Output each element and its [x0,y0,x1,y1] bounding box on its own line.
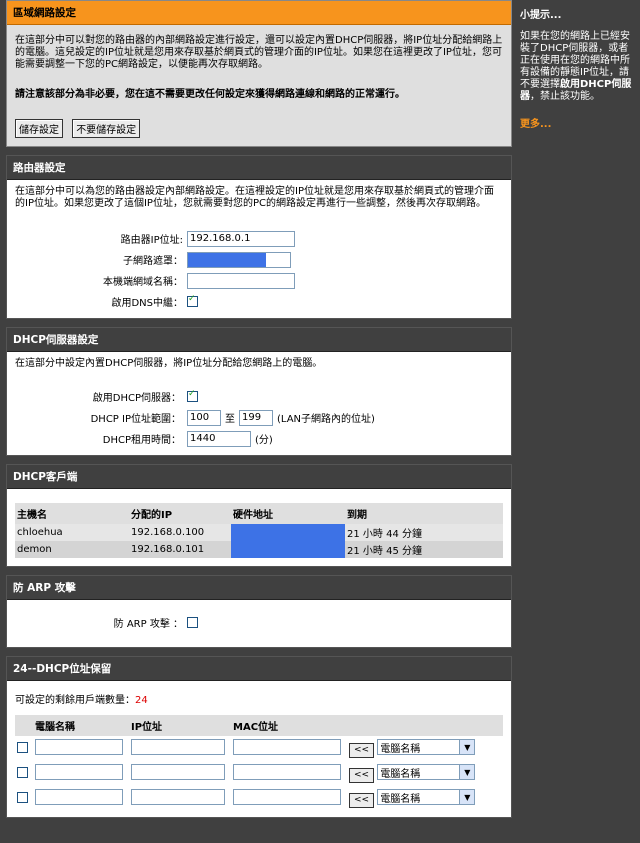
copy-button[interactable]: << [349,742,375,758]
client-ip: 192.168.0.100 [129,524,231,541]
reservation-ip-input[interactable] [131,789,225,805]
dhcp-server-section: DHCP伺服器設定 在這部分中設定內置DHCP伺服器，將IP位址分配給您網路上的… [6,327,512,456]
router-ip-label: 路由器IP位址: [120,235,183,246]
col-host: 主機名 [15,503,129,524]
reservation-enable-checkbox[interactable] [17,741,28,753]
hints-text-2: ，禁止該功能。 [530,91,600,102]
reservation-enable-checkbox[interactable] [17,766,28,778]
reservation-name-input[interactable] [35,789,123,805]
reservation-mac-input[interactable] [233,764,341,780]
dhcp-range-end-input[interactable]: 199 [239,409,273,426]
computer-name-select[interactable]: 電腦名稱 ▼ [377,789,476,806]
helpful-hints-sidebar: 小提示... 如果在您的網路上已經安裝了DHCP伺服器，或者正在使用在您的網路中… [516,0,634,130]
dhcp-reservation-section: 24--DHCP位址保留 可設定的剩餘用戶端數量：24 電腦名稱 IP位址 MA… [6,656,512,818]
main-content: 區域網路設定 在這部分中可以對您的路由器的內部網路設定進行設定，還可以設定內置D… [6,0,512,826]
chevron-down-icon: ▼ [459,740,475,755]
dont-save-settings-button[interactable]: 不要儲存設定 [72,119,141,138]
hints-body: 如果在您的網路上已經安裝了DHCP伺服器，或者正在使用在您的網路中所有設備的靜態… [516,31,634,103]
arp-title: 防 ARP 攻擊 [7,576,511,600]
copy-button[interactable]: << [349,767,375,783]
reservation-remaining-label: 可設定的剩餘用戶端數量： [15,695,135,706]
reservation-remaining-count: 24 [135,695,148,706]
subnet-mask-label: 子網路遮罩： [123,256,183,267]
router-ip-input[interactable]: 192.168.0.1 [187,230,295,247]
dhcp-server-title: DHCP伺服器設定 [7,328,511,352]
lan-settings-title: 區域網路設定 [7,1,511,25]
computer-name-select[interactable]: 電腦名稱 ▼ [377,764,476,781]
dhcp-range-label: DHCP IP位址範圍： [90,414,181,425]
dhcp-enable-label: 啟用DHCP伺服器： [92,393,181,404]
col-mac: 硬件地址 [231,503,345,524]
dhcp-server-description: 在這部分中設定內置DHCP伺服器，將IP位址分配給您網路上的電腦。 [15,358,323,369]
reservation-remaining: 可設定的剩餘用戶端數量：24 [15,695,503,707]
computer-name-select[interactable]: 電腦名稱 ▼ [377,739,476,756]
dhcp-enable-checkbox[interactable] [187,389,198,402]
dns-relay-checkbox[interactable] [187,294,198,307]
dhcp-clients-table: 主機名 分配的IP 硬件地址 到期 chloehua 192.168.0.100… [15,503,503,558]
reservation-mac-input[interactable] [233,789,341,805]
table-row: << 電腦名稱 ▼ [15,761,503,786]
lan-settings-section: 區域網路設定 在這部分中可以對您的路由器的內部網路設定進行設定，還可以設定內置D… [6,0,512,147]
client-host: demon [15,541,129,558]
router-settings-title: 路由器設定 [7,156,511,180]
col-ip-address: IP位址 [129,715,231,736]
table-row: << 電腦名稱 ▼ [15,786,503,811]
local-domain-input[interactable] [187,272,295,289]
reservation-name-input[interactable] [35,739,123,755]
arp-section: 防 ARP 攻擊 防 ARP 攻擊 ： [6,575,512,648]
computer-name-select-value: 電腦名稱 [380,768,421,780]
copy-button[interactable]: << [349,792,375,808]
dhcp-clients-section: DHCP客戶端 主機名 分配的IP 硬件地址 到期 chloehua 192.1… [6,464,512,567]
reservation-name-input[interactable] [35,764,123,780]
arp-label: 防 ARP 攻擊 ： [113,619,183,630]
dhcp-lease-unit: (分) [255,435,273,446]
client-expire: 21 小時 44 分鐘 [345,524,503,541]
arp-checkbox[interactable] [187,617,198,628]
chevron-down-icon: ▼ [459,765,475,780]
dhcp-range-to-label: 至 [225,414,235,425]
reservation-ip-input[interactable] [131,764,225,780]
col-ip: 分配的IP [129,503,231,524]
subnet-mask-input[interactable] [187,251,291,268]
dhcp-reservation-title: 24--DHCP位址保留 [7,657,511,681]
subnet-mask-redaction [188,252,266,267]
dhcp-range-start-input[interactable]: 100 [187,409,221,426]
table-row: demon 192.168.0.101 21 小時 45 分鐘 [15,541,503,558]
reservation-ip-input[interactable] [131,739,225,755]
dhcp-clients-title: DHCP客戶端 [7,465,511,489]
dhcp-lease-input[interactable]: 1440 [187,430,251,447]
hints-title: 小提示... [520,10,562,21]
dns-relay-label: 啟用DNS中繼： [111,298,183,309]
table-row: << 電腦名稱 ▼ [15,736,503,761]
router-settings-description: 在這部分中可以為您的路由器設定內部網路設定。在這裡設定的IP位址就是您用來存取基… [15,186,494,209]
local-domain-label: 本機端網域名稱： [103,277,183,288]
col-computer-name: 電腦名稱 [33,715,129,736]
client-host: chloehua [15,524,129,541]
reservation-enable-checkbox[interactable] [17,791,28,803]
lan-settings-warning: 請注意該部分為非必要，您在這不需要更改任何設定來獲得網路連線和網路的正常運行。 [15,89,405,100]
hints-more-link[interactable]: 更多... [520,115,634,130]
client-ip: 192.168.0.101 [129,541,231,558]
client-mac-redaction [231,541,345,558]
router-settings-section: 路由器設定 在這部分中可以為您的路由器設定內部網路設定。在這裡設定的IP位址就是… [6,155,512,319]
save-settings-button[interactable]: 儲存設定 [15,119,63,138]
dhcp-lease-label: DHCP租用時間： [102,435,181,446]
lan-settings-description: 在這部分中可以對您的路由器的內部網路設定進行設定，還可以設定內置DHCP伺服器，… [15,35,503,70]
col-mac-address: MAC位址 [231,715,347,736]
computer-name-select-value: 電腦名稱 [380,793,421,805]
dhcp-range-note: (LAN子網路內的位址) [277,414,375,425]
col-expire: 到期 [345,503,503,524]
client-expire: 21 小時 45 分鐘 [345,541,503,558]
client-mac-redaction [231,524,345,541]
reservation-table: 電腦名稱 IP位址 MAC位址 << 電腦名稱 ▼ << 電腦名稱 ▼ << 電… [15,715,503,811]
table-row: chloehua 192.168.0.100 21 小時 44 分鐘 [15,524,503,541]
chevron-down-icon: ▼ [459,790,475,805]
computer-name-select-value: 電腦名稱 [380,743,421,755]
reservation-mac-input[interactable] [233,739,341,755]
